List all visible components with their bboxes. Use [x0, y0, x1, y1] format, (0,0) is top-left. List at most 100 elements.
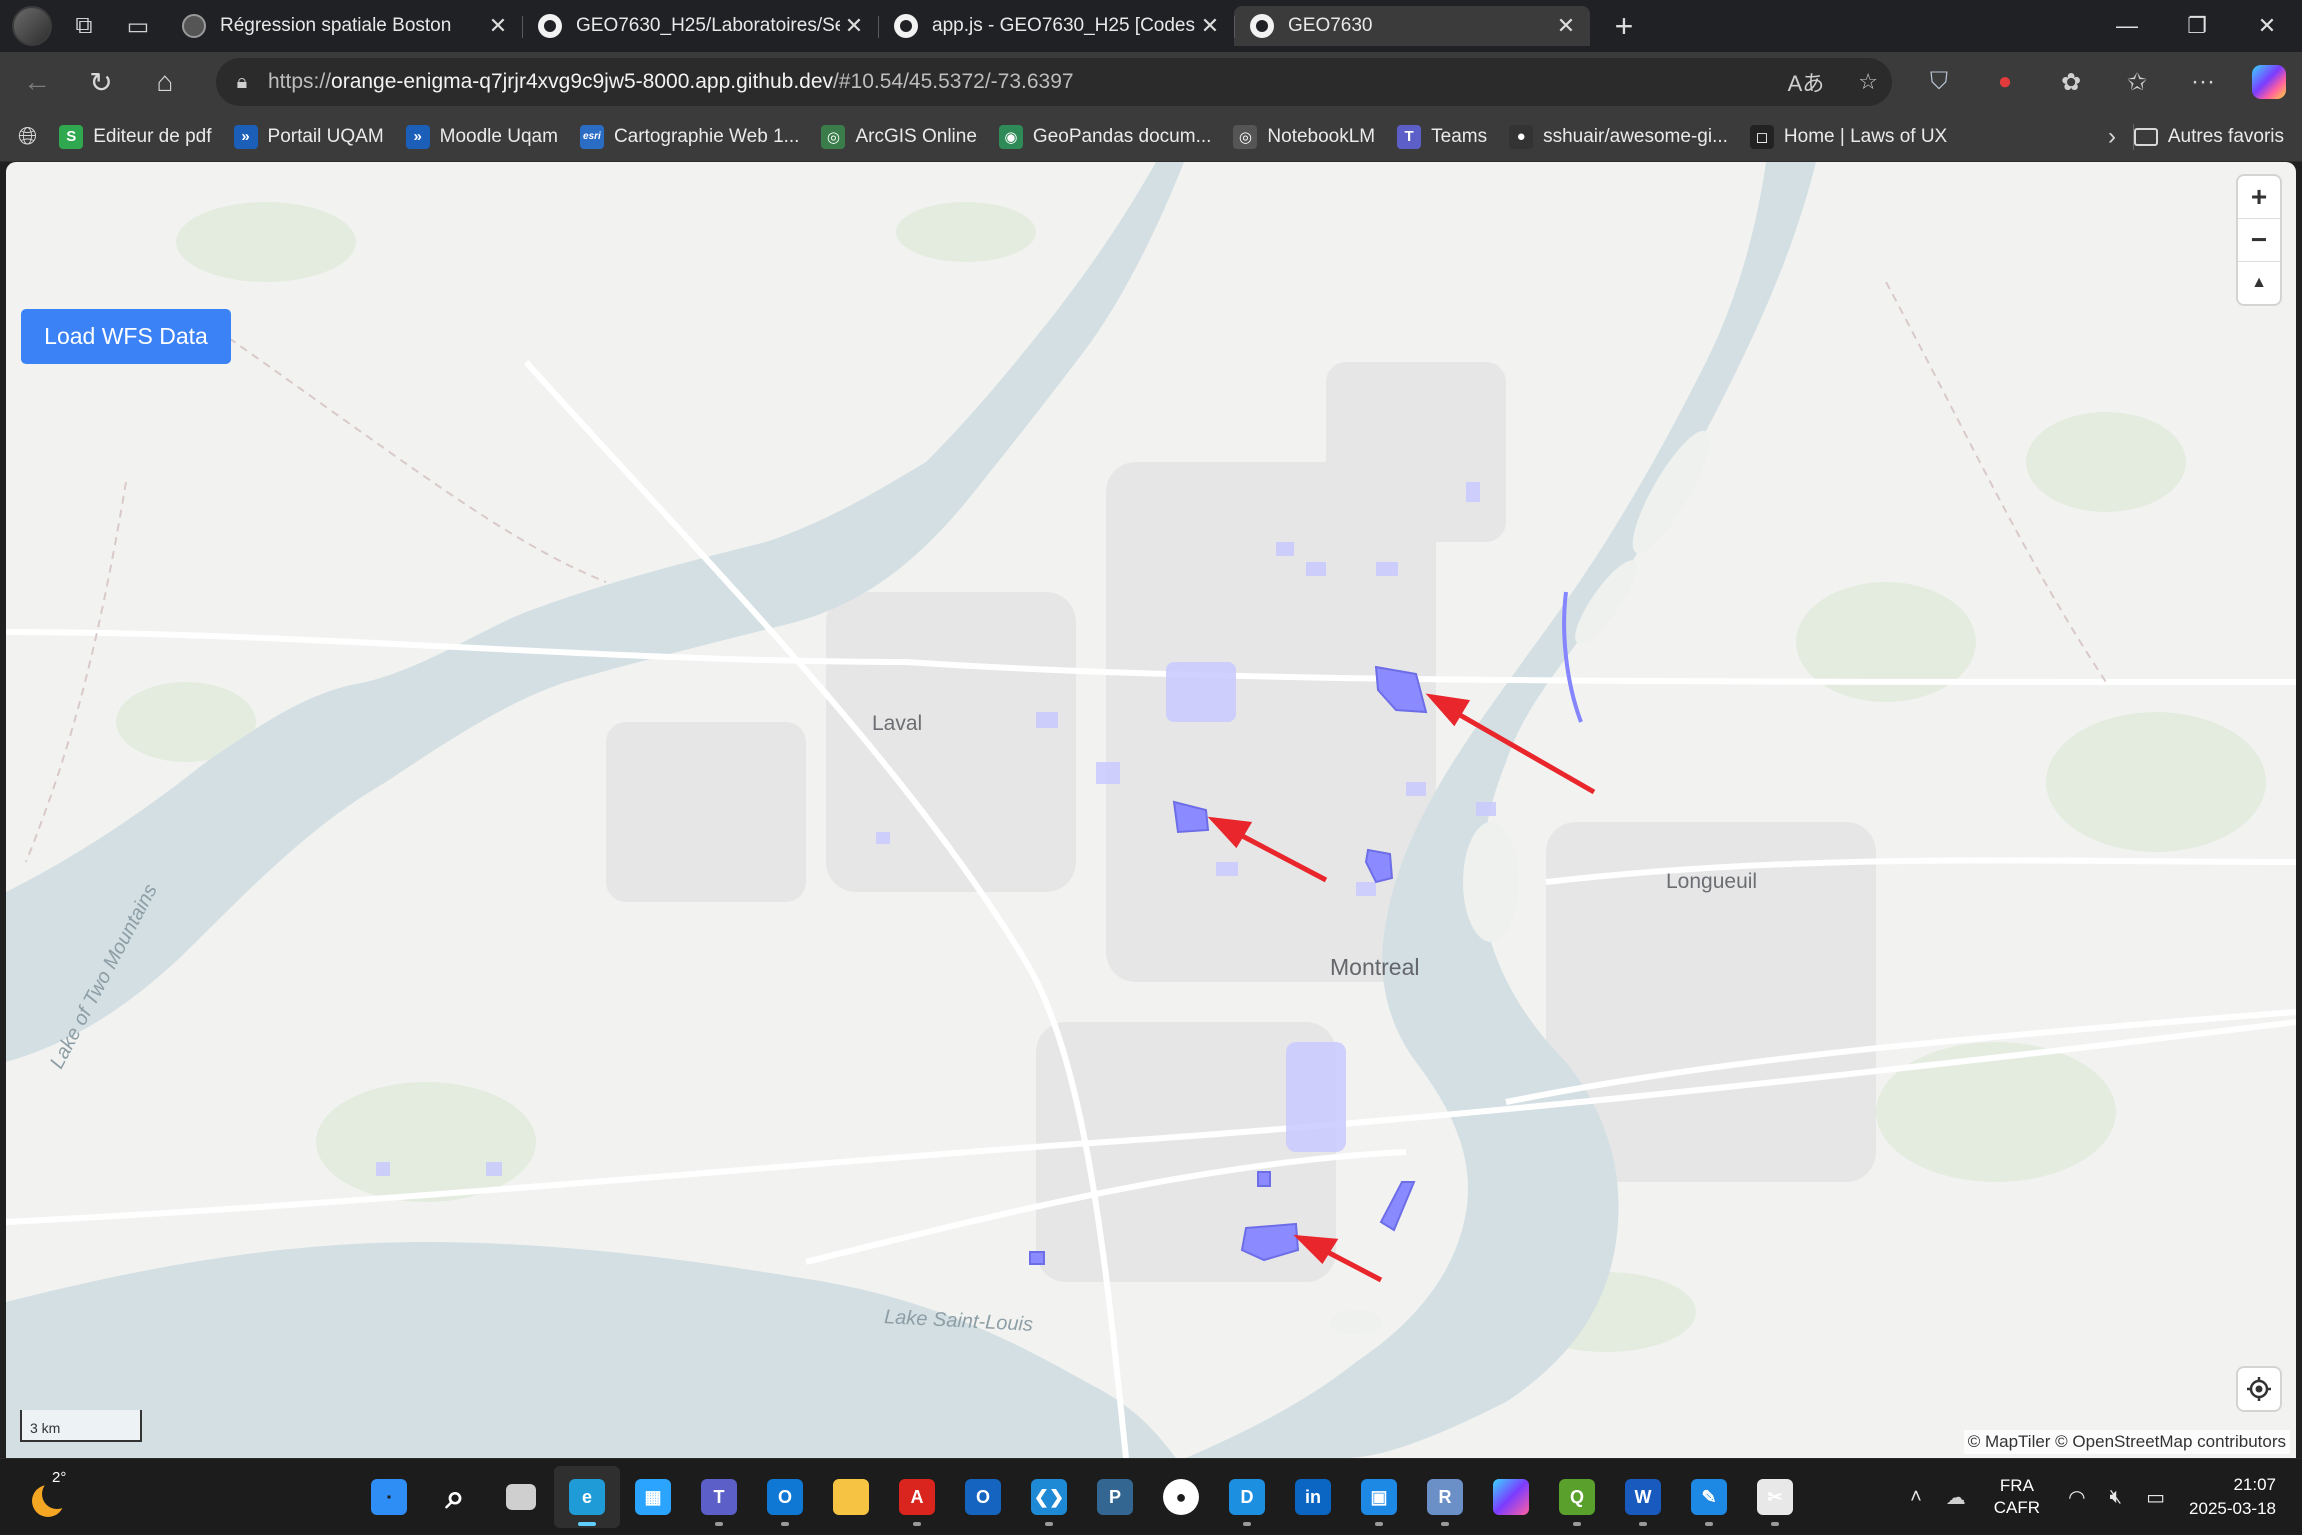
- minimize-button[interactable]: —: [2092, 0, 2162, 52]
- map-attribution[interactable]: © MapTiler © OpenStreetMap contributors: [1963, 1430, 2290, 1454]
- map-viewport[interactable]: Laval Longueuil Montreal Lake of Two Mou…: [6, 162, 2296, 1458]
- chevron-up-icon[interactable]: ˄: [1910, 1486, 1922, 1509]
- paint-icon: ✎: [1691, 1479, 1727, 1515]
- bookmark-label: GeoPandas docum...: [1032, 125, 1212, 147]
- windows-taskbar: 2° ⌕ e ▦ T O A O ❮❯ P ● Din ▣ R Q W ✎ ✂ ˄ ☁ FRA CAFR ◠ 🔇…: [0, 1458, 2302, 1534]
- language-indicator[interactable]: FRA CAFR: [1994, 1475, 2040, 1519]
- bookmark-item[interactable]: ◎ NotebookLM: [1233, 124, 1375, 149]
- vscode-taskbar-button[interactable]: ❮❯: [1016, 1466, 1082, 1528]
- file-explorer-taskbar-button[interactable]: [818, 1466, 884, 1528]
- docker-taskbar-button[interactable]: D: [1214, 1466, 1280, 1528]
- scale-bar: 3 km: [20, 1410, 142, 1442]
- linkedin-taskbar-button[interactable]: in: [1280, 1466, 1346, 1528]
- github-desktop-taskbar-button[interactable]: ●: [1148, 1466, 1214, 1528]
- load-wfs-data-button[interactable]: Load WFS Data: [21, 309, 231, 364]
- bookmark-item[interactable]: » Portail UQAM: [233, 124, 384, 149]
- tab-close-icon[interactable]: ✕: [484, 13, 512, 39]
- browser-tab[interactable]: app.js - GEO7630_H25 [Codespac✕: [878, 6, 1234, 46]
- bookmark-label: Cartographie Web 1...: [613, 125, 800, 147]
- bookmark-item[interactable]: ◎ ArcGIS Online: [821, 124, 977, 149]
- browser-tab[interactable]: GEO7630 ✕: [1234, 6, 1590, 46]
- browser-essentials-icon[interactable]: ⛉: [1906, 68, 1972, 96]
- bookmark-item[interactable]: esri Cartographie Web 1...: [579, 124, 800, 149]
- weather-widget[interactable]: 2°: [30, 1469, 74, 1517]
- outlook-icon: O: [767, 1479, 803, 1515]
- globe-icon[interactable]: 🌐︎: [18, 123, 37, 151]
- tab-close-icon[interactable]: ✕: [1196, 13, 1224, 39]
- bookmark-item[interactable]: T Teams: [1397, 124, 1487, 149]
- r-taskbar-button[interactable]: R: [1412, 1466, 1478, 1528]
- qgis-taskbar-button[interactable]: Q: [1544, 1466, 1610, 1528]
- bookmark-item[interactable]: ● sshuair/awesome-gi...: [1509, 124, 1728, 149]
- map-label-montreal: Montreal: [1330, 954, 1420, 980]
- profile-avatar[interactable]: [12, 6, 52, 46]
- acrobat-taskbar-button[interactable]: A: [884, 1466, 950, 1528]
- copilot-taskbar-button[interactable]: [1478, 1466, 1544, 1528]
- outlook-taskbar-button[interactable]: O: [752, 1466, 818, 1528]
- onedrive-icon[interactable]: ☁: [1946, 1485, 1966, 1510]
- refresh-button[interactable]: ↻: [74, 57, 128, 107]
- paint-taskbar-button[interactable]: ✎: [1676, 1466, 1742, 1528]
- zoom-in-button[interactable]: +: [2238, 176, 2280, 218]
- word-taskbar-button[interactable]: W: [1610, 1466, 1676, 1528]
- outlook-new-taskbar-button[interactable]: O: [950, 1466, 1016, 1528]
- task-view-taskbar-button[interactable]: [488, 1466, 554, 1528]
- postgresql-taskbar-button[interactable]: P: [1082, 1466, 1148, 1528]
- favorites-icon[interactable]: ✩: [2104, 68, 2170, 97]
- bookmark-item[interactable]: S Editeur de pdf: [59, 124, 212, 149]
- clock-date: 2025-03-18: [2189, 1499, 2276, 1518]
- running-indicator: [578, 1522, 596, 1526]
- chevron-right-icon[interactable]: ›: [2108, 112, 2116, 162]
- tab-close-icon[interactable]: ✕: [1552, 13, 1580, 39]
- store-taskbar-button[interactable]: ▦: [620, 1466, 686, 1528]
- bookmark-item[interactable]: ◻ Home | Laws of UX: [1749, 124, 1947, 149]
- teams-taskbar-button[interactable]: T: [686, 1466, 752, 1528]
- settings-more-icon[interactable]: ···: [2170, 68, 2236, 96]
- snipping-tool-taskbar-button[interactable]: ✂: [1742, 1466, 1808, 1528]
- vertical-tabs-icon[interactable]: ▭: [116, 4, 160, 48]
- favorite-star-icon[interactable]: ☆: [1858, 69, 1878, 95]
- bookmark-item[interactable]: ◉ GeoPandas docum...: [998, 124, 1212, 149]
- basemap[interactable]: [6, 162, 2296, 1458]
- new-tab-button[interactable]: +: [1606, 8, 1642, 45]
- r-icon: R: [1427, 1479, 1463, 1515]
- search-taskbar-button[interactable]: ⌕: [422, 1466, 488, 1528]
- tab-close-icon[interactable]: ✕: [840, 13, 868, 39]
- bookmark-item[interactable]: » Moodle Uqam: [405, 124, 558, 149]
- task-view-icon: [506, 1484, 536, 1510]
- search-icon: ⌕: [445, 1477, 465, 1516]
- browser-tab[interactable]: GEO7630_H25/Laboratoires/Sema✕: [522, 6, 878, 46]
- read-aloud-icon[interactable]: Aあ: [1788, 66, 1825, 98]
- zoom-out-button[interactable]: −: [2238, 218, 2280, 261]
- wifi-icon[interactable]: ◠: [2068, 1485, 2085, 1510]
- extensions-icon[interactable]: ✿: [2038, 68, 2104, 97]
- close-window-button[interactable]: ✕: [2232, 0, 2302, 52]
- clock[interactable]: 21:07 2025-03-18: [2189, 1473, 2276, 1521]
- file-explorer-icon: [833, 1479, 869, 1515]
- edge-taskbar-button[interactable]: e: [554, 1466, 620, 1528]
- geolocate-button[interactable]: [2238, 1368, 2280, 1410]
- bookmarks-bar: 🌐︎ S Editeur de pdf » Portail UQAM » Moodle U…: [0, 112, 2302, 162]
- windows-start-taskbar-button[interactable]: [356, 1466, 422, 1528]
- back-button[interactable]: ←: [10, 57, 64, 107]
- remote-desktop-taskbar-button[interactable]: ▣: [1346, 1466, 1412, 1528]
- copilot-icon[interactable]: [2252, 65, 2286, 99]
- battery-icon[interactable]: ▭: [2146, 1485, 2165, 1510]
- browser-tab[interactable]: Régression spatiale Boston ✕: [166, 6, 522, 46]
- other-favorites-folder[interactable]: Autres favoris: [2133, 112, 2284, 162]
- url-text[interactable]: https://orange-enigma-q7jrjr4xvg9c9jw5-8…: [268, 70, 1074, 94]
- compass-reset-button[interactable]: ▲: [2238, 261, 2280, 304]
- qgis-icon: Q: [1559, 1479, 1595, 1515]
- restore-button[interactable]: ❐: [2162, 0, 2232, 52]
- volume-muted-icon[interactable]: 🔇︎: [2110, 1486, 2123, 1509]
- store-icon: ▦: [635, 1479, 671, 1515]
- workspaces-icon[interactable]: ⧉: [62, 4, 106, 48]
- site-info-icon[interactable]: 🔒︎: [216, 71, 268, 94]
- bookmark-label: sshuair/awesome-gi...: [1543, 125, 1728, 147]
- adblock-extension-icon[interactable]: ●: [1972, 68, 2038, 96]
- home-button[interactable]: ⌂: [138, 57, 192, 107]
- clock-time: 21:07: [2233, 1475, 2276, 1494]
- github-icon: [894, 14, 918, 38]
- bookmark-label: Editeur de pdf: [93, 125, 212, 147]
- address-bar[interactable]: 🔒︎ https://orange-enigma-q7jrjr4xvg9c9jw…: [216, 58, 1892, 106]
